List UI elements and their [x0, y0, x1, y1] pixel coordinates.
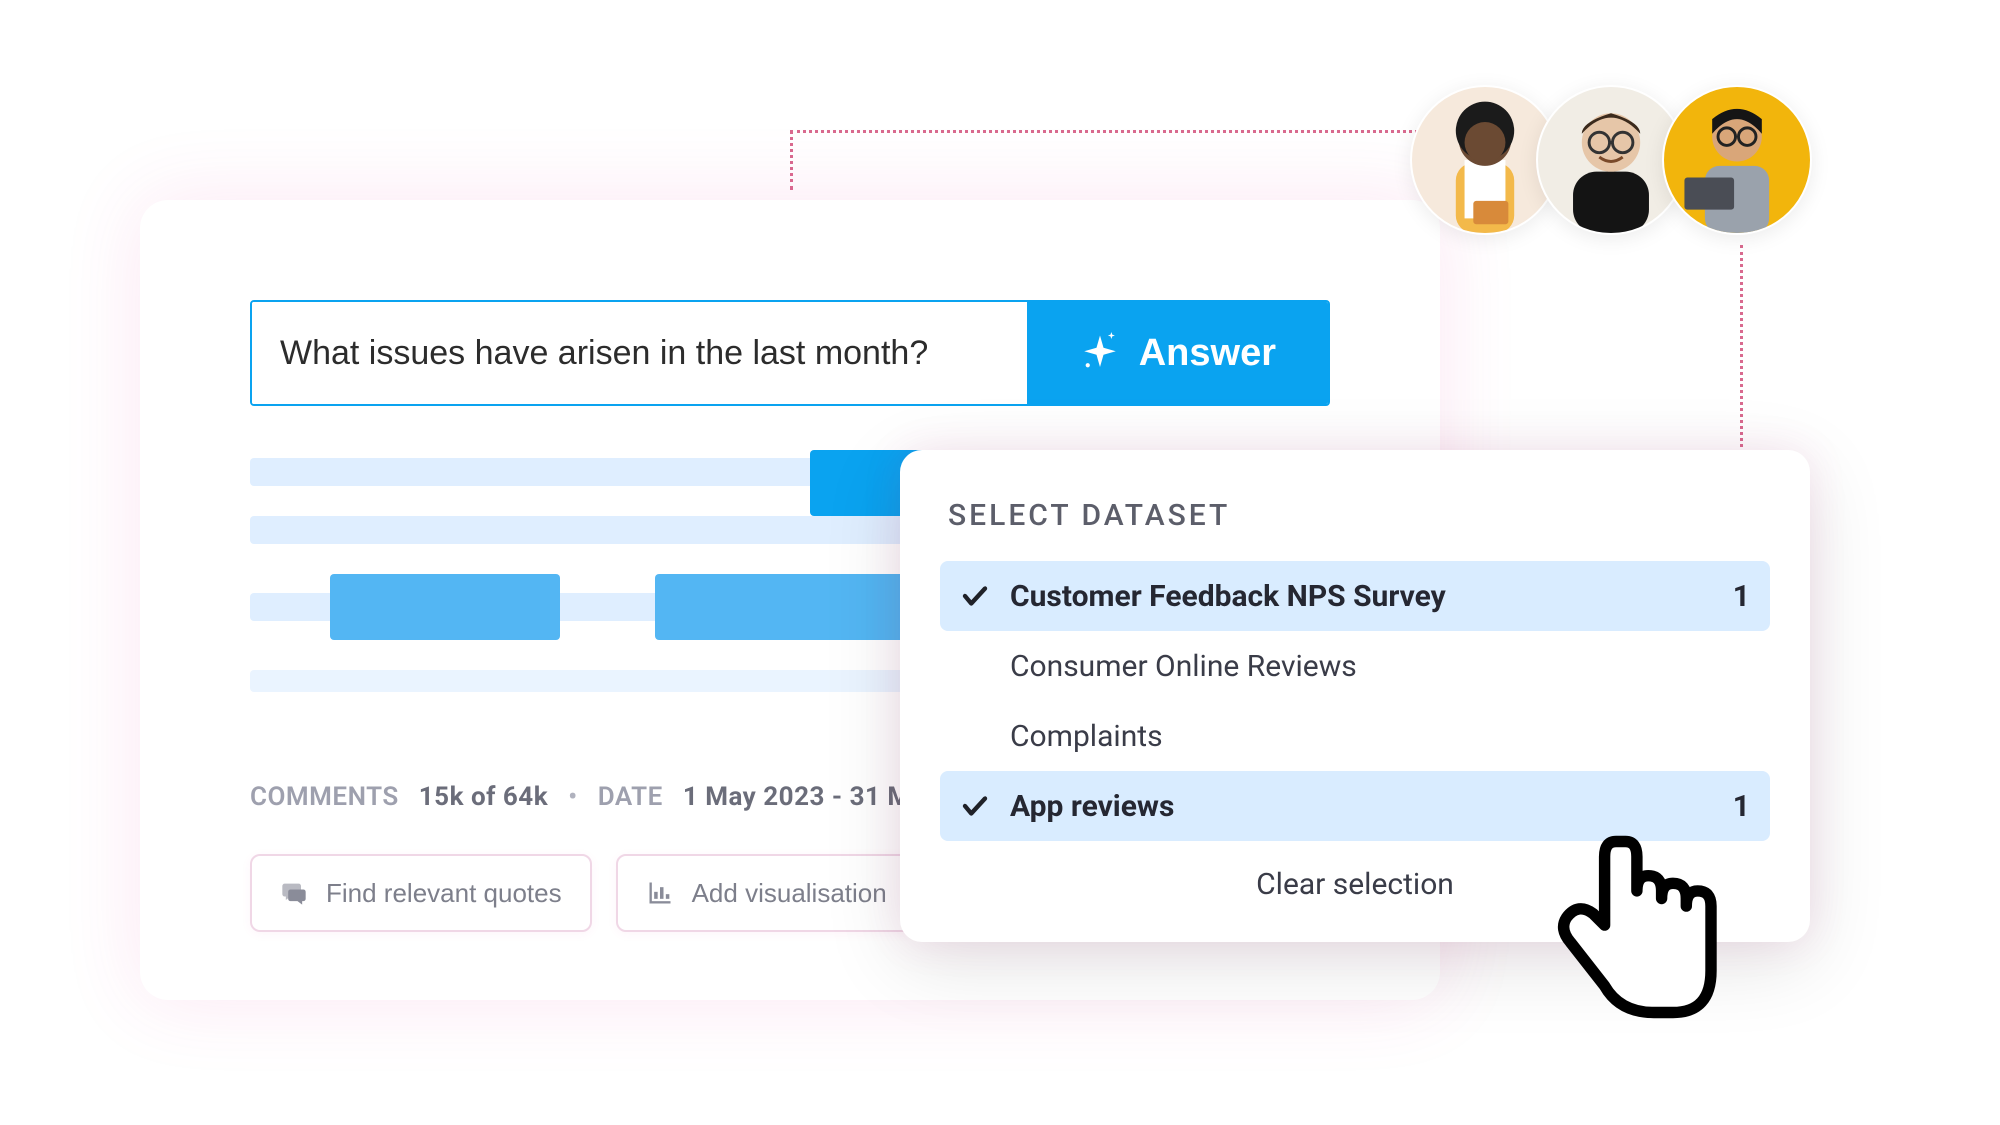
add-visualisation-button[interactable]: Add visualisation [616, 854, 917, 932]
find-quotes-label: Find relevant quotes [326, 878, 562, 909]
add-visualisation-label: Add visualisation [692, 878, 887, 909]
question-input[interactable] [252, 302, 1027, 404]
chart-icon [646, 879, 674, 907]
cursor-hand-icon [1540, 822, 1730, 1032]
search-row: Answer [250, 300, 1330, 406]
connector-horizontal [790, 130, 1430, 133]
dataset-name: App reviews [1010, 789, 1713, 824]
comments-label: COMMENTS [250, 782, 399, 812]
comments-value: 15k of 64k [419, 782, 548, 812]
dataset-item[interactable]: Complaints [940, 701, 1770, 771]
dataset-item[interactable]: Consumer Online Reviews [940, 631, 1770, 701]
popover-title: SELECT DATASET [940, 498, 1770, 533]
dataset-count: 1 [1733, 789, 1750, 824]
date-label: DATE [598, 782, 663, 812]
check-icon [960, 581, 990, 611]
dataset-count: 1 [1733, 579, 1750, 614]
answer-button[interactable]: Answer [1027, 302, 1328, 404]
connector-vertical [1740, 245, 1743, 465]
dataset-item[interactable]: Customer Feedback NPS Survey 1 [940, 561, 1770, 631]
connector-corner [790, 130, 793, 190]
dataset-name: Customer Feedback NPS Survey [1010, 579, 1713, 614]
chat-icon [280, 879, 308, 907]
separator-dot: • [568, 782, 578, 812]
avatar-group [1410, 85, 1812, 235]
dataset-name: Complaints [1010, 719, 1730, 754]
avatar [1662, 85, 1812, 235]
find-quotes-button[interactable]: Find relevant quotes [250, 854, 592, 932]
check-icon [960, 791, 990, 821]
sparkle-icon [1079, 332, 1121, 374]
answer-button-label: Answer [1139, 332, 1276, 375]
dataset-name: Consumer Online Reviews [1010, 649, 1730, 684]
